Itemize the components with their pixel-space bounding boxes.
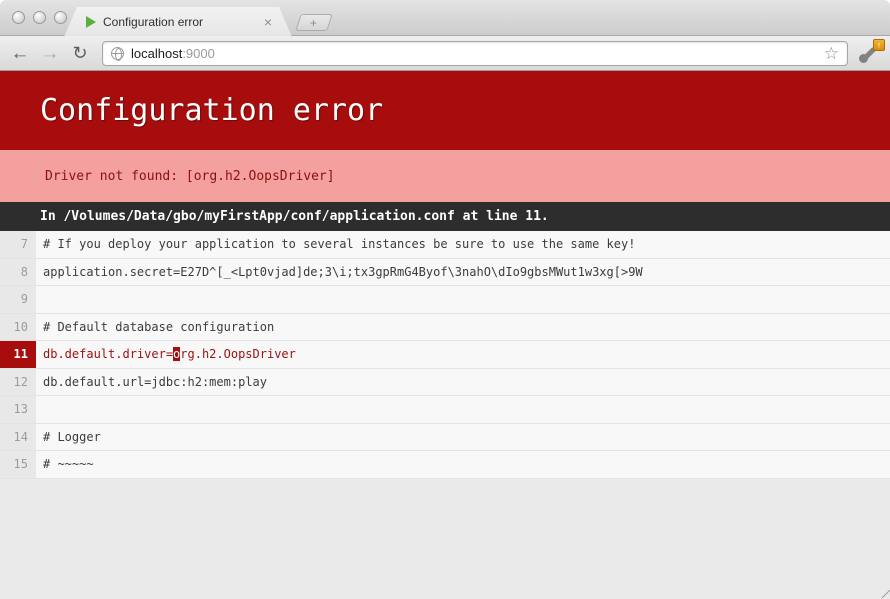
- line-number: 11: [0, 341, 36, 368]
- code-text: db.default.driver=org.h2.OopsDriver: [36, 341, 890, 368]
- window-resize-grip[interactable]: [875, 583, 890, 598]
- code-line: 13: [0, 396, 890, 424]
- error-column-marker: o: [173, 347, 180, 361]
- code-line: 10# Default database configuration: [0, 314, 890, 342]
- code-text: [36, 286, 890, 313]
- globe-icon: [111, 47, 124, 60]
- code-text: # ~~~~~: [36, 451, 890, 478]
- code-text: application.secret=E27D^[_<Lpt0vjad]de;3…: [36, 259, 890, 286]
- code-line: 15# ~~~~~: [0, 451, 890, 479]
- line-number: 9: [0, 286, 36, 313]
- code-text: # Logger: [36, 424, 890, 451]
- code-line: 14# Logger: [0, 424, 890, 452]
- line-number: 14: [0, 424, 36, 451]
- url-host: localhost: [131, 46, 182, 61]
- window-close-button[interactable]: [12, 11, 25, 24]
- line-number: 12: [0, 369, 36, 396]
- url-text[interactable]: localhost:9000: [131, 46, 817, 61]
- browser-window: Configuration error × + ← → ↻ localhost:…: [0, 0, 890, 599]
- reload-button[interactable]: ↻: [68, 44, 92, 62]
- code-line: 9: [0, 286, 890, 314]
- browser-toolbar: ← → ↻ localhost:9000 ☆ ↑: [0, 36, 890, 71]
- tab-close-icon[interactable]: ×: [264, 15, 272, 29]
- window-zoom-button[interactable]: [54, 11, 67, 24]
- code-text: [36, 396, 890, 423]
- address-bar[interactable]: localhost:9000 ☆: [102, 41, 848, 66]
- line-number: 7: [0, 231, 36, 258]
- code-line: 11db.default.driver=org.h2.OopsDriver: [0, 341, 890, 369]
- back-button[interactable]: ←: [8, 44, 32, 63]
- error-detail-banner: Driver not found: [org.h2.OopsDriver]: [0, 150, 890, 202]
- play-favicon-icon: [86, 16, 96, 28]
- window-controls: [12, 11, 67, 24]
- forward-button[interactable]: →: [38, 44, 62, 63]
- code-listing: 7# If you deploy your application to sev…: [0, 231, 890, 479]
- plus-icon: +: [310, 17, 317, 29]
- window-minimize-button[interactable]: [33, 11, 46, 24]
- update-badge-icon: ↑: [873, 39, 885, 51]
- code-text: db.default.url=jdbc:h2:mem:play: [36, 369, 890, 396]
- new-tab-button[interactable]: +: [295, 14, 333, 31]
- line-number: 8: [0, 259, 36, 286]
- error-page: Configuration error Driver not found: [o…: [0, 71, 890, 598]
- page-title: Configuration error: [40, 93, 383, 128]
- browser-tab[interactable]: Configuration error ×: [64, 7, 292, 37]
- error-header: Configuration error: [0, 71, 890, 150]
- code-line: 12db.default.url=jdbc:h2:mem:play: [0, 369, 890, 397]
- line-number: 15: [0, 451, 36, 478]
- line-number: 10: [0, 314, 36, 341]
- tab-strip: Configuration error × +: [0, 0, 890, 36]
- url-port: :9000: [182, 46, 215, 61]
- code-line: 7# If you deploy your application to sev…: [0, 231, 890, 259]
- code-text: # Default database configuration: [36, 314, 890, 341]
- bookmark-star-icon[interactable]: ☆: [824, 45, 839, 62]
- line-number: 13: [0, 396, 36, 423]
- settings-menu-button[interactable]: ↑: [858, 41, 882, 65]
- tab-title: Configuration error: [103, 15, 256, 29]
- error-location-bar: In /Volumes/Data/gbo/myFirstApp/conf/app…: [0, 202, 890, 231]
- code-line: 8application.secret=E27D^[_<Lpt0vjad]de;…: [0, 259, 890, 287]
- code-text: # If you deploy your application to seve…: [36, 231, 890, 258]
